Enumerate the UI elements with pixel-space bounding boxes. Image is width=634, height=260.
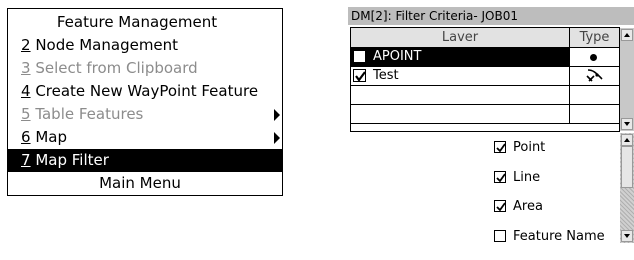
filter-criteria-dialog: DM[2]: Filter Criteria- JOB01 Laver Type…: [348, 0, 634, 260]
layer-checkbox[interactable]: [353, 50, 366, 63]
checkmark-icon: [496, 202, 506, 212]
checkmark-icon: [496, 173, 506, 183]
menu-item-select-from-clipboard[interactable]: 3 Select from Clipboard: [8, 57, 282, 80]
option-label: Line: [513, 170, 541, 185]
table-header: Laver Type: [351, 28, 619, 48]
menu-item-table-features[interactable]: 5 Table Features: [8, 103, 282, 126]
menu-item-shortcut: 5: [21, 105, 31, 123]
dialog-title-bar: DM[2]: Filter Criteria- JOB01: [348, 7, 634, 25]
layer-checkbox[interactable]: [353, 69, 366, 82]
arrow-up-icon: [624, 33, 630, 37]
submenu-arrow-icon: [274, 109, 280, 121]
layer-name: APOINT: [373, 49, 422, 64]
crossed-line-icon: [586, 69, 603, 82]
menu-item-create-waypoint-feature[interactable]: 4 Create New WayPoint Feature: [8, 80, 282, 103]
option-label: Area: [513, 199, 543, 214]
column-header-type[interactable]: Type: [569, 28, 619, 47]
column-header-layer[interactable]: Laver: [351, 28, 569, 47]
layer-cell[interactable]: Test: [351, 67, 569, 85]
checkmark-icon: [496, 143, 506, 153]
checkmark-icon: [355, 71, 366, 82]
type-cell: [569, 105, 619, 123]
menu-item-map[interactable]: 6 Map: [8, 126, 282, 149]
menu-item-label: Create New WayPoint Feature: [30, 82, 259, 100]
type-cell: [569, 86, 619, 104]
filter-options: Point Line Area Feature Name: [348, 133, 634, 260]
layer-cell[interactable]: APOINT: [351, 48, 569, 66]
arrow-down-icon: [624, 234, 630, 238]
arrow-down-icon: [624, 122, 630, 126]
type-cell: [569, 48, 619, 66]
scroll-thumb[interactable]: [621, 146, 633, 188]
menu-item-shortcut: 6: [21, 128, 31, 146]
menu-item-label: Map: [30, 128, 67, 146]
menu-item-main-menu[interactable]: Main Menu: [8, 172, 282, 195]
table-row: [351, 105, 619, 124]
layer-cell: [351, 86, 569, 104]
arrow-up-icon: [624, 138, 630, 142]
submenu-arrow-icon: [274, 132, 280, 144]
layer-table: Laver Type APOINT Test: [350, 27, 620, 132]
layer-name: Test: [373, 68, 399, 83]
menu-item-label: Node Management: [30, 36, 179, 54]
menu-item-node-management[interactable]: 2 Node Management: [8, 34, 282, 57]
point-checkbox[interactable]: [494, 141, 506, 153]
menu-item-label: Map Filter: [30, 151, 109, 169]
feature-name-checkbox[interactable]: [494, 230, 506, 242]
area-checkbox[interactable]: [494, 200, 506, 212]
option-label: Point: [513, 140, 546, 155]
option-label: Feature Name: [513, 229, 605, 244]
line-checkbox[interactable]: [494, 171, 506, 183]
menu-item-label: Select from Clipboard: [30, 59, 198, 77]
options-scrollbar[interactable]: [620, 133, 634, 243]
scroll-up-button[interactable]: [621, 134, 633, 146]
menu-title: Feature Management: [56, 13, 218, 31]
menu-item-label: Main Menu: [99, 174, 181, 192]
table-scrollbar[interactable]: [620, 28, 634, 131]
menu-item-shortcut: 7: [21, 151, 31, 169]
menu-item-shortcut: 4: [21, 82, 31, 100]
menu-item-shortcut: 2: [21, 36, 31, 54]
menu-item-label: Table Features: [30, 105, 144, 123]
table-row: [351, 86, 619, 105]
point-dot-icon: [590, 54, 597, 61]
scroll-up-button[interactable]: [621, 29, 633, 41]
table-row[interactable]: Test: [351, 67, 619, 86]
layer-cell: [351, 105, 569, 123]
menu-item-map-filter[interactable]: 7 Map Filter: [8, 149, 282, 172]
feature-management-menu: Feature Management 2 Node Management 3 S…: [7, 8, 283, 196]
scroll-down-button[interactable]: [621, 230, 633, 242]
scroll-down-button[interactable]: [621, 118, 633, 130]
type-cell: [569, 67, 619, 85]
table-row[interactable]: APOINT: [351, 48, 619, 67]
menu-item-shortcut: 3: [21, 59, 31, 77]
